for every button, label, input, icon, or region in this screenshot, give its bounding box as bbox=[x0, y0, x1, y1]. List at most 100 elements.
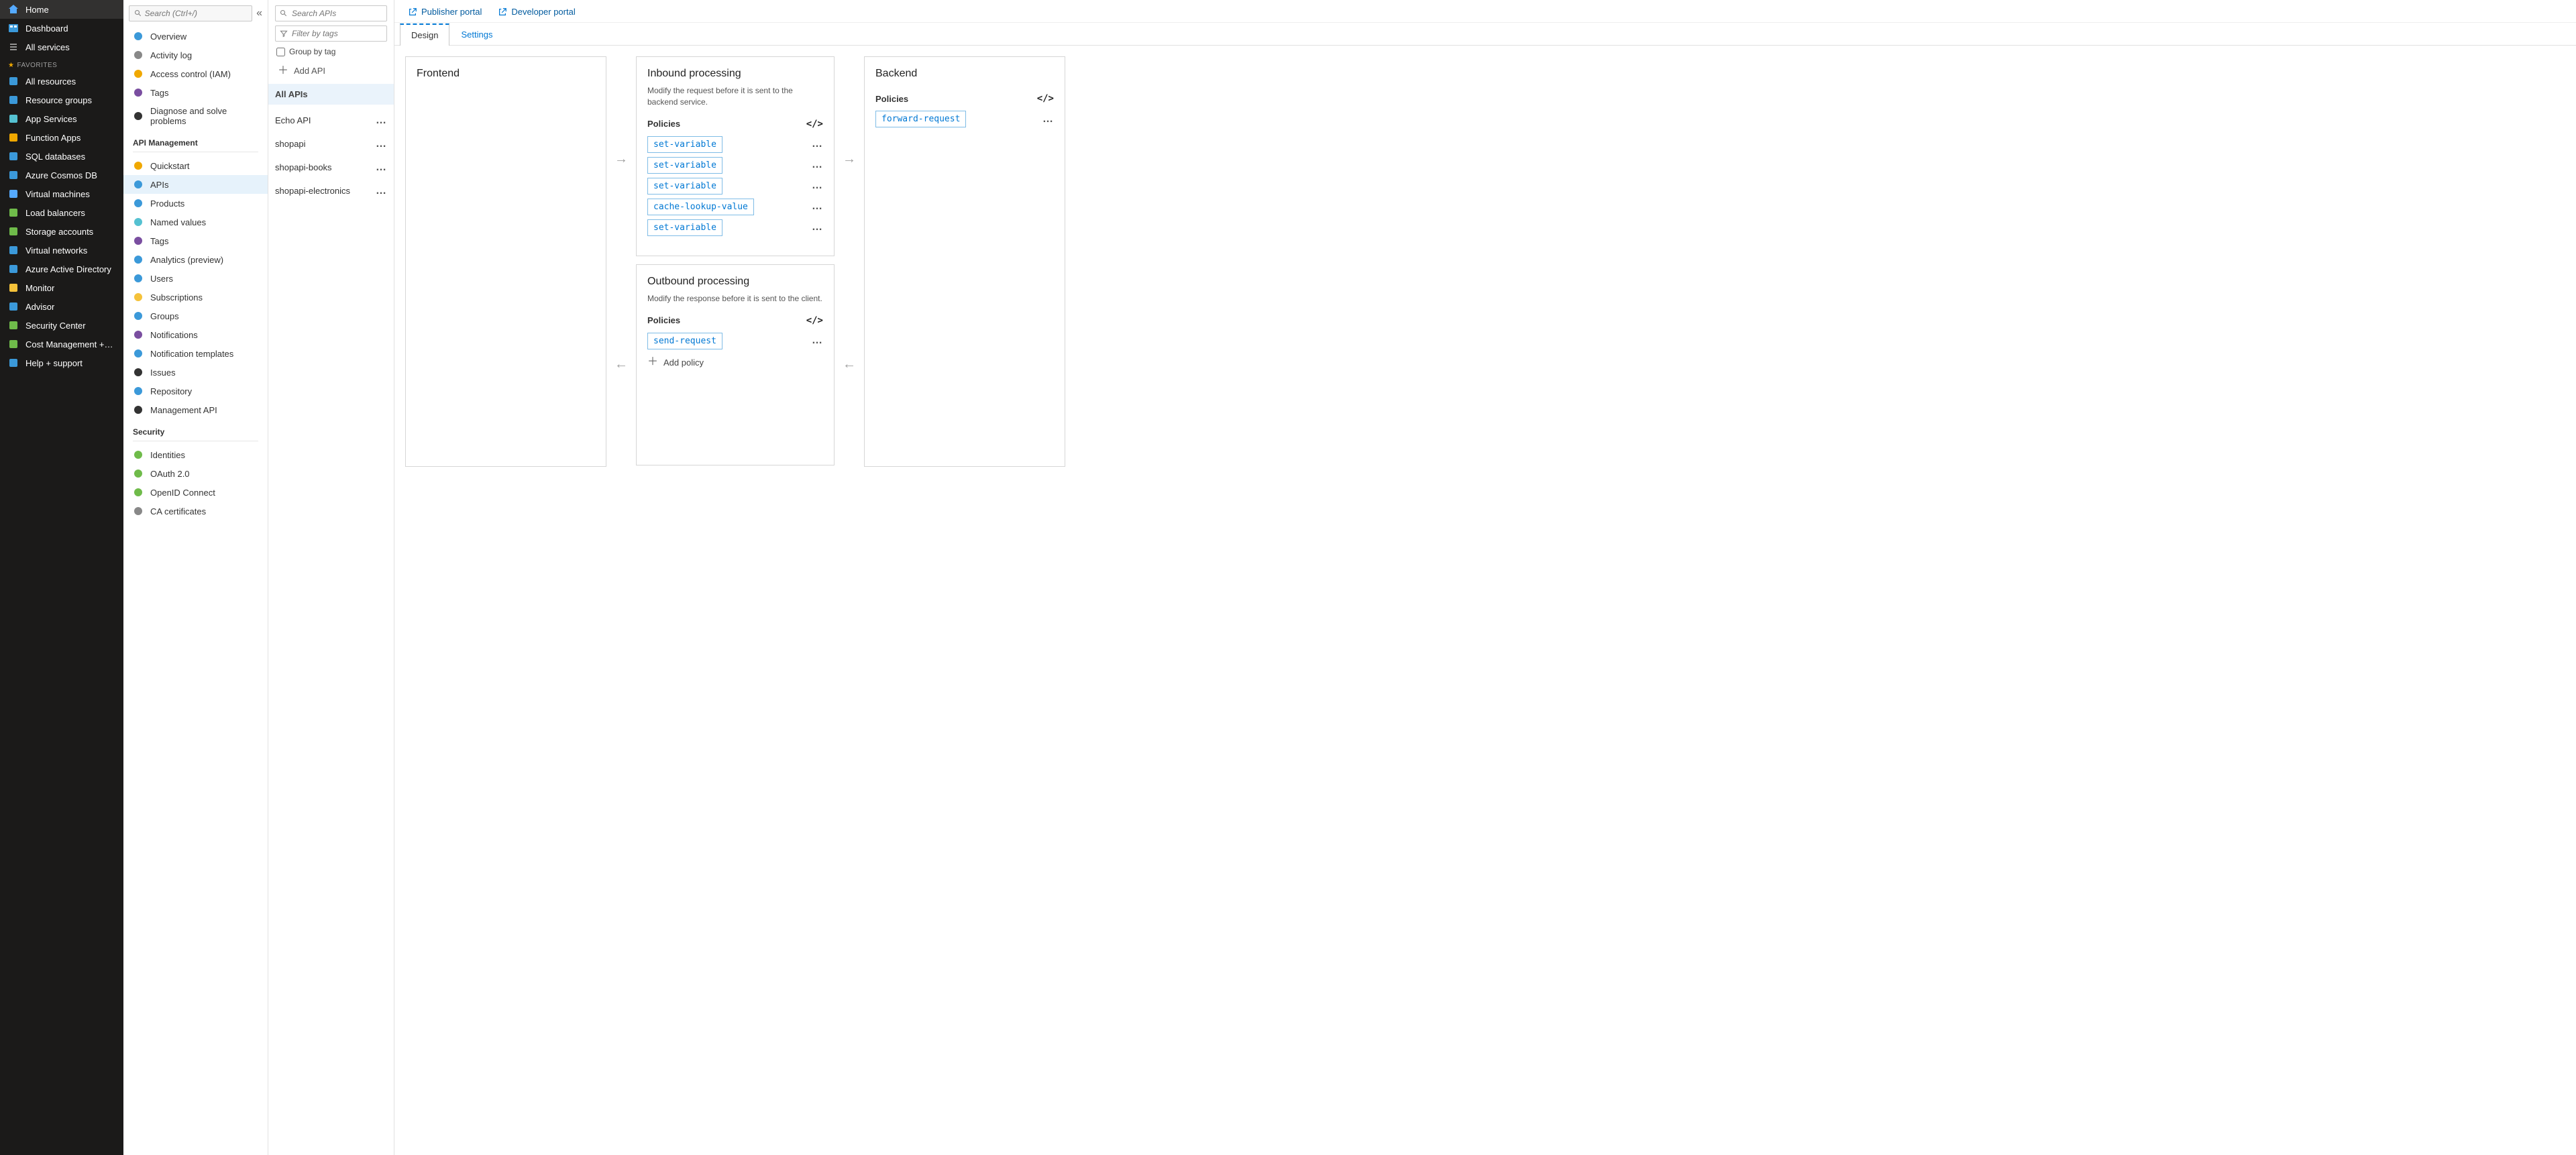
service-icon bbox=[8, 226, 19, 237]
policy-badge[interactable]: set-variable bbox=[647, 136, 722, 153]
blade-item-label: Identities bbox=[150, 450, 185, 460]
service-icon bbox=[8, 207, 19, 218]
blade-item[interactable]: Activity log bbox=[123, 46, 268, 64]
nav-item[interactable]: Azure Cosmos DB bbox=[0, 166, 123, 184]
nav-item[interactable]: Resource groups bbox=[0, 91, 123, 109]
blade-item[interactable]: Overview bbox=[123, 27, 268, 46]
nav-item[interactable]: Virtual networks bbox=[0, 241, 123, 260]
nav-item[interactable]: Help + support bbox=[0, 353, 123, 372]
nav-item[interactable]: SQL databases bbox=[0, 147, 123, 166]
policy-badge[interactable]: set-variable bbox=[647, 157, 722, 174]
more-icon[interactable]: … bbox=[812, 205, 823, 209]
blade-item[interactable]: Access control (IAM) bbox=[123, 64, 268, 83]
nav-item[interactable]: Load balancers bbox=[0, 203, 123, 222]
blade-item-label: Tags bbox=[150, 236, 168, 246]
blade-item[interactable]: Tags bbox=[123, 83, 268, 102]
nav-item[interactable]: All resources bbox=[0, 72, 123, 91]
blade-item-oauth-2-0[interactable]: OAuth 2.0 bbox=[123, 464, 268, 483]
nav-item[interactable]: App Services bbox=[0, 109, 123, 128]
blade-item-tags[interactable]: Tags bbox=[123, 231, 268, 250]
blade-icon bbox=[133, 367, 144, 378]
developer-portal-label: Developer portal bbox=[511, 7, 575, 17]
more-icon[interactable]: … bbox=[376, 189, 387, 193]
code-icon[interactable]: </> bbox=[1037, 93, 1054, 104]
add-api-button[interactable]: ＋ Add API bbox=[275, 62, 387, 80]
blade-item-subscriptions[interactable]: Subscriptions bbox=[123, 288, 268, 307]
more-icon[interactable]: … bbox=[812, 339, 823, 343]
more-icon[interactable]: … bbox=[1042, 117, 1054, 121]
blade-item-quickstart[interactable]: Quickstart bbox=[123, 156, 268, 175]
more-icon[interactable]: … bbox=[812, 225, 823, 229]
blade-item-repository[interactable]: Repository bbox=[123, 382, 268, 400]
code-icon[interactable]: </> bbox=[806, 119, 823, 129]
nav-item[interactable]: Function Apps bbox=[0, 128, 123, 147]
nav-item[interactable]: Security Center bbox=[0, 316, 123, 335]
publisher-portal-link[interactable]: Publisher portal bbox=[408, 7, 482, 17]
policy-badge[interactable]: set-variable bbox=[647, 178, 722, 195]
tab-design[interactable]: Design bbox=[400, 23, 449, 46]
blade-item-users[interactable]: Users bbox=[123, 269, 268, 288]
blade-item-ca-certificates[interactable]: CA certificates bbox=[123, 502, 268, 520]
blade-item-notifications[interactable]: Notifications bbox=[123, 325, 268, 344]
blade-item-products[interactable]: Products bbox=[123, 194, 268, 213]
policy-badge[interactable]: set-variable bbox=[647, 219, 722, 236]
tab-settings[interactable]: Settings bbox=[449, 23, 504, 46]
more-icon[interactable]: … bbox=[376, 142, 387, 146]
more-icon[interactable]: … bbox=[812, 163, 823, 167]
service-icon bbox=[8, 113, 19, 124]
design-row: Frontend → ← Inbound processing Modify t… bbox=[394, 46, 2576, 1155]
blade-item-openid-connect[interactable]: OpenID Connect bbox=[123, 483, 268, 502]
group-by-tag[interactable]: Group by tag bbox=[275, 46, 387, 58]
blade-item-label: Users bbox=[150, 274, 173, 284]
nav-item[interactable]: Cost Management + Billing bbox=[0, 335, 123, 353]
nav-item[interactable]: Azure Active Directory bbox=[0, 260, 123, 278]
blade-item-label: APIs bbox=[150, 180, 168, 190]
api-item[interactable]: shopapi-books… bbox=[272, 156, 390, 179]
more-icon[interactable]: … bbox=[812, 184, 823, 188]
more-icon[interactable]: … bbox=[376, 166, 387, 170]
blade-search-input[interactable] bbox=[144, 7, 248, 19]
blade-item-label: OAuth 2.0 bbox=[150, 469, 190, 479]
blade-item-groups[interactable]: Groups bbox=[123, 307, 268, 325]
api-item[interactable]: shopapi… bbox=[272, 132, 390, 156]
blade-item-identities[interactable]: Identities bbox=[123, 445, 268, 464]
nav-home[interactable]: Home bbox=[0, 0, 123, 19]
group-by-tag-checkbox[interactable] bbox=[276, 48, 285, 56]
code-icon[interactable]: </> bbox=[806, 315, 823, 326]
blade-item-label: Named values bbox=[150, 217, 206, 227]
blade-item-notification-templates[interactable]: Notification templates bbox=[123, 344, 268, 363]
blade-item-management-api[interactable]: Management API bbox=[123, 400, 268, 419]
blade-item-label: Notifications bbox=[150, 330, 198, 340]
nav-item[interactable]: Advisor bbox=[0, 297, 123, 316]
api-item[interactable]: shopapi-electronics … bbox=[272, 179, 390, 203]
blade-item-analytics-preview-[interactable]: Analytics (preview) bbox=[123, 250, 268, 269]
collapse-blade-icon[interactable]: « bbox=[256, 7, 262, 19]
blade-search[interactable] bbox=[129, 5, 252, 21]
nav-all-services[interactable]: All services bbox=[0, 38, 123, 56]
api-filter-input[interactable] bbox=[290, 28, 382, 40]
policy-badge[interactable]: forward-request bbox=[875, 111, 966, 127]
api-item[interactable]: Echo API… bbox=[272, 109, 390, 132]
blade-item-issues[interactable]: Issues bbox=[123, 363, 268, 382]
policy-badge[interactable]: cache-lookup-value bbox=[647, 199, 754, 215]
blade-item[interactable]: Diagnose and solve problems bbox=[123, 102, 268, 130]
nav-dashboard[interactable]: Dashboard bbox=[0, 19, 123, 38]
nav-item[interactable]: Storage accounts bbox=[0, 222, 123, 241]
nav-item-label: SQL databases bbox=[25, 152, 85, 162]
api-search-input[interactable] bbox=[290, 7, 382, 19]
developer-portal-link[interactable]: Developer portal bbox=[498, 7, 575, 17]
policy-badge[interactable]: send-request bbox=[647, 333, 722, 349]
nav-item[interactable]: Virtual machines bbox=[0, 184, 123, 203]
blade-item-named-values[interactable]: Named values bbox=[123, 213, 268, 231]
blade-menu: « OverviewActivity logAccess control (IA… bbox=[123, 0, 268, 1155]
more-icon[interactable]: … bbox=[376, 119, 387, 123]
nav-item[interactable]: Monitor bbox=[0, 278, 123, 297]
api-filter[interactable] bbox=[275, 25, 387, 42]
blade-item-apis[interactable]: APIs bbox=[123, 175, 268, 194]
api-item-label: shopapi-electronics bbox=[275, 186, 350, 196]
more-icon[interactable]: … bbox=[812, 142, 823, 146]
api-search[interactable] bbox=[275, 5, 387, 21]
all-apis-item[interactable]: All APIs bbox=[268, 84, 394, 105]
processing-column: Inbound processing Modify the request be… bbox=[636, 56, 835, 465]
add-policy-button[interactable]: ＋ Add policy bbox=[647, 358, 823, 368]
